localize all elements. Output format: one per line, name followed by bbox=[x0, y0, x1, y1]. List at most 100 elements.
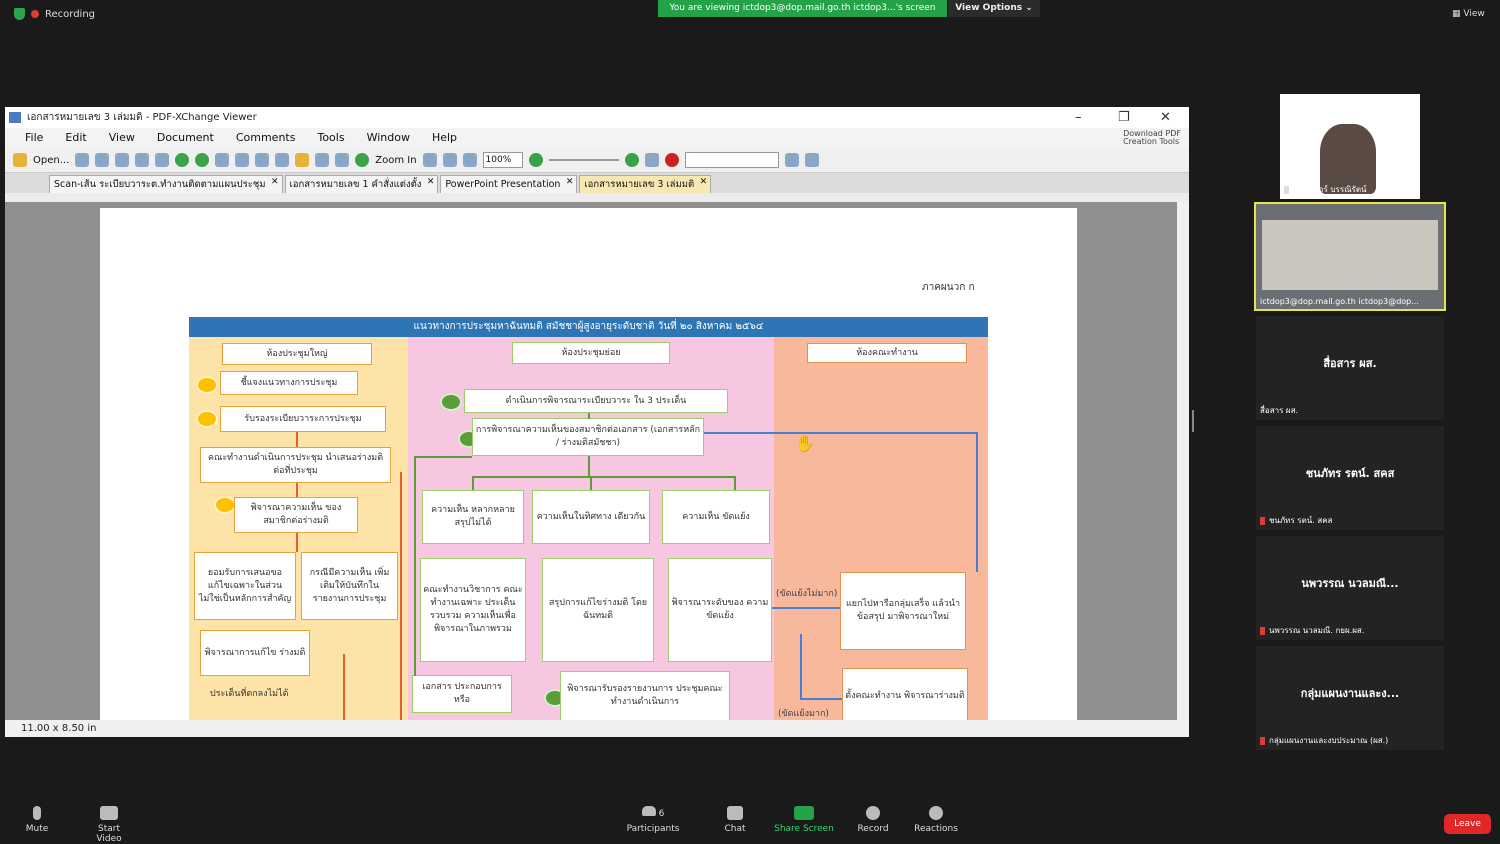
vertical-scrollbar[interactable] bbox=[1177, 202, 1189, 720]
close-tab-icon[interactable]: ✕ bbox=[427, 174, 435, 191]
redo-icon[interactable] bbox=[235, 153, 250, 167]
share-screen-icon bbox=[794, 806, 814, 820]
download-pdf-tools-button[interactable]: Download PDF Creation Tools bbox=[1123, 128, 1181, 146]
close-tab-icon[interactable]: ✕ bbox=[566, 174, 574, 191]
video-tile-5[interactable]: นพวรรณ นวลมณี... นพวรรณ นวลมณี. กยผ.ผส. bbox=[1256, 536, 1444, 640]
select-text-icon[interactable] bbox=[335, 153, 350, 167]
settings-icon[interactable] bbox=[804, 153, 819, 167]
import-icon[interactable] bbox=[255, 153, 270, 167]
panel-resize-handle[interactable] bbox=[1192, 410, 1194, 432]
arrow-line bbox=[414, 456, 472, 458]
close-icon[interactable]: ✕ bbox=[1160, 107, 1171, 128]
search-input[interactable] bbox=[684, 152, 779, 168]
zoom-in-button[interactable]: Zoom In bbox=[375, 155, 416, 166]
box-conflict-level: พิจารณาระดับของ ความขัดแย้ง bbox=[668, 558, 772, 662]
tab-powerpoint[interactable]: PowerPoint Presentation ✕ bbox=[440, 174, 578, 193]
menu-tools[interactable]: Tools bbox=[317, 128, 344, 148]
video-tile-1[interactable]: ภรรณิการ์ บรรณิรัตน์ bbox=[1280, 94, 1420, 199]
comment-icon[interactable] bbox=[664, 153, 679, 167]
zoom-plus-icon[interactable] bbox=[624, 153, 639, 167]
document-area[interactable]: ภาคผนวก ก แนวทางการประชุมหาฉันทมติ สมัชช… bbox=[5, 202, 1177, 720]
fit-width-icon[interactable] bbox=[462, 153, 477, 167]
document-tabs: Scan-เส้น ระเบียบวาระต.ทำงานติดตามแผนประ… bbox=[5, 173, 1189, 193]
scan-icon[interactable] bbox=[115, 153, 130, 167]
video-tile-3[interactable]: สื่อสาร ผส. สื่อสาร ผส. bbox=[1256, 316, 1444, 420]
video-tile-2-active[interactable]: ictdop3@dop.mail.go.th ictdop3@dop... bbox=[1254, 202, 1446, 311]
fit-page-icon[interactable] bbox=[442, 153, 457, 167]
leave-button[interactable]: Leave bbox=[1444, 814, 1491, 834]
box-conflict: ความเห็น ขัดแย้ง bbox=[662, 490, 770, 544]
box-set-workgroup: ตั้งคณะทำงาน พิจารณาร่างมติ bbox=[842, 668, 968, 720]
arrow-line bbox=[472, 476, 474, 490]
record-button[interactable]: Record bbox=[856, 806, 890, 834]
video-tile-6[interactable]: กลุ่มแผนงานและง... กลุ่มแผนงานและงบประมา… bbox=[1256, 646, 1444, 750]
close-tab-icon[interactable]: ✕ bbox=[271, 174, 279, 191]
back-icon[interactable] bbox=[175, 153, 190, 167]
tile-6-name: กลุ่มแผนงานและงบประมาณ (ผส.) bbox=[1260, 734, 1388, 747]
close-tab-icon[interactable]: ✕ bbox=[700, 174, 708, 191]
zoom-level-field[interactable]: 100% bbox=[482, 152, 523, 168]
video-tile-4[interactable]: ชนภัทร รตน์. สคส ชนภัทร รตน์. สคส bbox=[1256, 426, 1444, 530]
start-video-button[interactable]: Start Video bbox=[84, 806, 134, 844]
box-present-draft: คณะทำงานดำเนินการประชุม นำเสนอร่างมติต่อ… bbox=[200, 447, 391, 483]
sub-room-header: ห้องประชุมย่อย bbox=[512, 342, 670, 364]
open-button[interactable]: Open... bbox=[33, 155, 69, 166]
menu-help[interactable]: Help bbox=[432, 128, 457, 148]
ocr-icon[interactable] bbox=[155, 153, 170, 167]
arrow-line bbox=[800, 634, 802, 700]
zoom-slider[interactable] bbox=[548, 159, 619, 161]
recording-indicator[interactable]: Recording bbox=[14, 8, 95, 20]
security-shield-icon[interactable] bbox=[14, 8, 25, 20]
reactions-icon bbox=[929, 806, 943, 820]
box-consider-edit: พิจารณาการแก้ไข ร่างมติ bbox=[200, 630, 310, 676]
pdf-page: ภาคผนวก ก แนวทางการประชุมหาฉันทมติ สมัชช… bbox=[100, 208, 1077, 720]
main-room-header: ห้องประชุมใหญ่ bbox=[222, 343, 372, 365]
menu-document[interactable]: Document bbox=[157, 128, 214, 148]
link-icon[interactable] bbox=[644, 153, 659, 167]
muted-mic-icon bbox=[1260, 516, 1265, 525]
pin-icon bbox=[1284, 185, 1289, 194]
open-icon[interactable] bbox=[13, 153, 27, 167]
menu-file[interactable]: File bbox=[25, 128, 43, 148]
zoom-out-icon[interactable] bbox=[528, 153, 543, 167]
menu-window[interactable]: Window bbox=[367, 128, 410, 148]
tab-scan[interactable]: Scan-เส้น ระเบียบวาระต.ทำงานติดตามแผนประ… bbox=[49, 175, 283, 193]
reactions-button[interactable]: Reactions bbox=[914, 806, 958, 834]
mute-button[interactable]: Mute bbox=[22, 806, 52, 834]
tab-doc1[interactable]: เอกสารหมายเลข 1 คำสั่งแต่งตั้ง ✕ bbox=[284, 174, 439, 193]
menu-view[interactable]: View bbox=[109, 128, 135, 148]
participants-icon: 6 bbox=[626, 806, 680, 820]
tab-doc3[interactable]: เอกสารหมายเลข 3 เล่มมติ ✕ bbox=[579, 174, 712, 193]
minimize-icon[interactable]: – bbox=[1075, 107, 1082, 128]
annex-label: ภาคผนวก ก bbox=[922, 282, 975, 293]
box-accept-edit: ยอมรับการเสนอขอ แก้ไขเฉพาะในส่วน ไม่ใช่เ… bbox=[194, 552, 296, 620]
arrow-line bbox=[588, 413, 590, 419]
forward-icon[interactable] bbox=[195, 153, 210, 167]
participants-button[interactable]: 6 Participants bbox=[626, 806, 680, 834]
chat-button[interactable]: Chat bbox=[720, 806, 750, 834]
export-icon[interactable] bbox=[275, 153, 290, 167]
menu-comments[interactable]: Comments bbox=[236, 128, 296, 148]
hand-cursor-icon: ✋ bbox=[795, 434, 815, 453]
view-options-button[interactable]: View Options ⌄ bbox=[948, 0, 1040, 17]
snapshot-icon[interactable] bbox=[315, 153, 330, 167]
step-2-badge bbox=[196, 410, 218, 428]
arrow-line bbox=[734, 476, 736, 490]
bookmark-icon[interactable] bbox=[135, 153, 150, 167]
view-button[interactable]: ▦ View bbox=[1452, 9, 1485, 19]
actual-size-icon[interactable] bbox=[422, 153, 437, 167]
chat-icon bbox=[727, 806, 743, 820]
save-icon[interactable] bbox=[75, 153, 90, 167]
participants-count: 6 bbox=[658, 809, 665, 819]
menu-edit[interactable]: Edit bbox=[65, 128, 86, 148]
restore-icon[interactable]: ❐ bbox=[1118, 107, 1130, 128]
share-screen-button[interactable]: Share Screen bbox=[774, 806, 834, 834]
box-supporting-docs: เอกสาร ประกอบการหรือ bbox=[412, 675, 512, 713]
undo-icon[interactable] bbox=[215, 153, 230, 167]
hand-tool-icon[interactable] bbox=[295, 153, 310, 167]
zoom-in-icon[interactable] bbox=[355, 153, 370, 167]
tile-3-display-name: สื่อสาร ผส. bbox=[1323, 357, 1377, 370]
window-titlebar: เอกสารหมายเลข 3 เล่มมติ - PDF-XChange Vi… bbox=[5, 107, 1189, 128]
print-icon[interactable] bbox=[95, 153, 110, 167]
find-icon[interactable] bbox=[784, 153, 799, 167]
